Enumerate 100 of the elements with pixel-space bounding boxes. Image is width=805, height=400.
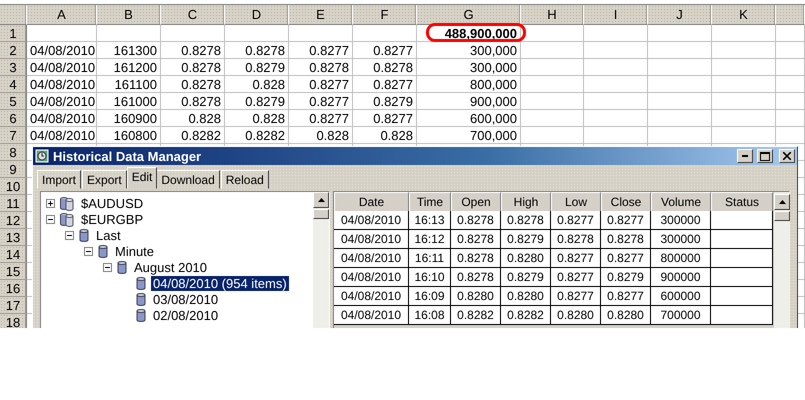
row-header[interactable]: 8 — [0, 144, 27, 161]
scroll-up-button[interactable] — [774, 194, 790, 210]
sheet-cell[interactable]: 0.8278 — [161, 42, 225, 59]
sheet-cell[interactable]: 0.828 — [353, 127, 417, 144]
sheet-cell[interactable] — [584, 25, 648, 42]
close-button[interactable] — [779, 149, 795, 163]
sheet-cell[interactable] — [712, 127, 776, 144]
row-header[interactable]: 1 — [0, 25, 27, 42]
row-header[interactable]: 14 — [0, 246, 27, 263]
sheet-cell[interactable]: 0.8278 — [225, 42, 289, 59]
sheet-cell[interactable] — [161, 25, 225, 42]
sheet-cell[interactable]: 900,000 — [417, 93, 521, 110]
sheet-cell[interactable] — [712, 110, 776, 127]
tab[interactable]: Edit — [126, 167, 158, 189]
sheet-cell[interactable] — [776, 76, 805, 93]
sheet-cell[interactable]: 04/08/2010 — [27, 42, 97, 59]
tree-item[interactable]: $EURGBP — [79, 212, 146, 226]
row-header[interactable]: 11 — [0, 195, 27, 212]
sheet-cell[interactable] — [353, 25, 417, 42]
sheet-cell[interactable] — [712, 93, 776, 110]
sheet-cell[interactable]: 0.8277 — [289, 42, 353, 59]
row-header[interactable]: 15 — [0, 263, 27, 280]
expand-icon[interactable] — [46, 198, 55, 208]
row-header[interactable]: 6 — [0, 110, 27, 127]
sheet-cell[interactable]: 0.8279 — [225, 93, 289, 110]
sheet-cell[interactable] — [648, 25, 712, 42]
sheet-cell[interactable] — [289, 25, 353, 42]
sheet-cell[interactable]: 300,000 — [417, 59, 521, 76]
sheet-cell[interactable] — [584, 76, 648, 93]
sheet-cell[interactable] — [521, 93, 584, 110]
sheet-cell[interactable]: 160900 — [97, 110, 161, 127]
sheet-cell[interactable]: 0.8282 — [225, 127, 289, 144]
sheet-cell[interactable] — [521, 59, 584, 76]
sheet-cell[interactable] — [712, 76, 776, 93]
row-header[interactable]: 7 — [0, 127, 27, 144]
sheet-cell[interactable] — [27, 25, 97, 42]
collapse-icon[interactable] — [84, 246, 93, 256]
column-header[interactable]: Low — [551, 192, 601, 212]
sheet-cell[interactable]: 161000 — [97, 93, 161, 110]
sheet-cell[interactable] — [648, 127, 712, 144]
sheet-cell[interactable] — [776, 25, 805, 42]
sheet-cell[interactable]: 04/08/2010 — [27, 76, 97, 93]
row-header[interactable]: 2 — [0, 42, 27, 59]
sheet-cell[interactable] — [521, 25, 584, 42]
sheet-cell[interactable] — [712, 59, 776, 76]
tree-item[interactable]: Last — [94, 228, 123, 242]
sheet-cell[interactable]: 161200 — [97, 59, 161, 76]
tree-item[interactable]: 03/08/2010 — [151, 292, 220, 306]
sheet-cell[interactable] — [584, 110, 648, 127]
column-header[interactable]: D — [225, 5, 289, 25]
column-header[interactable]: Status — [711, 192, 773, 212]
sheet-cell[interactable] — [97, 25, 161, 42]
sheet-cell[interactable] — [648, 76, 712, 93]
sheet-cell[interactable]: 0.8278 — [161, 76, 225, 93]
tree-item[interactable]: Minute — [113, 244, 156, 258]
column-header[interactable]: E — [289, 5, 353, 25]
sheet-cell[interactable] — [584, 93, 648, 110]
sheet-cell[interactable] — [776, 59, 805, 76]
sheet-cell[interactable]: 600,000 — [417, 110, 521, 127]
sheet-cell[interactable]: 161300 — [97, 42, 161, 59]
sheet-cell[interactable]: 0.8277 — [353, 110, 417, 127]
sheet-cell[interactable]: 0.8278 — [161, 59, 225, 76]
sheet-cell[interactable]: 0.8277 — [289, 110, 353, 127]
row-header[interactable]: 17 — [0, 297, 27, 314]
row-header[interactable]: 16 — [0, 280, 27, 297]
sheet-cell[interactable]: 0.8278 — [161, 93, 225, 110]
sheet-cell[interactable]: 0.8277 — [289, 93, 353, 110]
sheet-cell[interactable] — [225, 25, 289, 42]
scrollbar[interactable] — [774, 192, 790, 328]
sheet-cell[interactable]: 04/08/2010 — [27, 127, 97, 144]
sheet-cell[interactable]: 0.8278 — [289, 59, 353, 76]
column-header[interactable]: H — [521, 5, 584, 25]
row-header[interactable]: 3 — [0, 59, 27, 76]
sheet-cell[interactable]: 488,900,000 — [417, 25, 521, 42]
scrollbar[interactable] — [313, 192, 329, 328]
row-header[interactable]: 12 — [0, 212, 27, 229]
collapse-icon[interactable] — [103, 262, 112, 272]
sheet-cell[interactable]: 04/08/2010 — [27, 110, 97, 127]
scroll-thumb[interactable] — [774, 211, 790, 221]
column-header[interactable]: G — [417, 5, 521, 25]
column-header[interactable]: A — [27, 5, 97, 25]
sheet-cell[interactable] — [584, 42, 648, 59]
sheet-cell[interactable]: 04/08/2010 — [27, 59, 97, 76]
tree-item[interactable]: 02/08/2010 — [151, 308, 220, 322]
tab[interactable]: Reload — [220, 170, 269, 189]
sheet-cell[interactable] — [648, 42, 712, 59]
sheet-cell[interactable] — [521, 127, 584, 144]
sheet-cell[interactable]: 0.828 — [161, 110, 225, 127]
sheet-cell[interactable] — [776, 93, 805, 110]
sheet-cell[interactable]: 0.828 — [225, 110, 289, 127]
sheet-cell[interactable]: 0.8279 — [353, 93, 417, 110]
sheet-cell[interactable] — [521, 76, 584, 93]
maximize-button[interactable] — [757, 149, 773, 163]
collapse-icon[interactable] — [65, 230, 74, 240]
sheet-cell[interactable]: 700,000 — [417, 127, 521, 144]
sheet-cell[interactable] — [712, 42, 776, 59]
sheet-cell[interactable]: 800,000 — [417, 76, 521, 93]
sheet-cell[interactable] — [521, 42, 584, 59]
column-header[interactable]: Date — [334, 192, 409, 212]
minimize-button[interactable] — [737, 149, 753, 163]
